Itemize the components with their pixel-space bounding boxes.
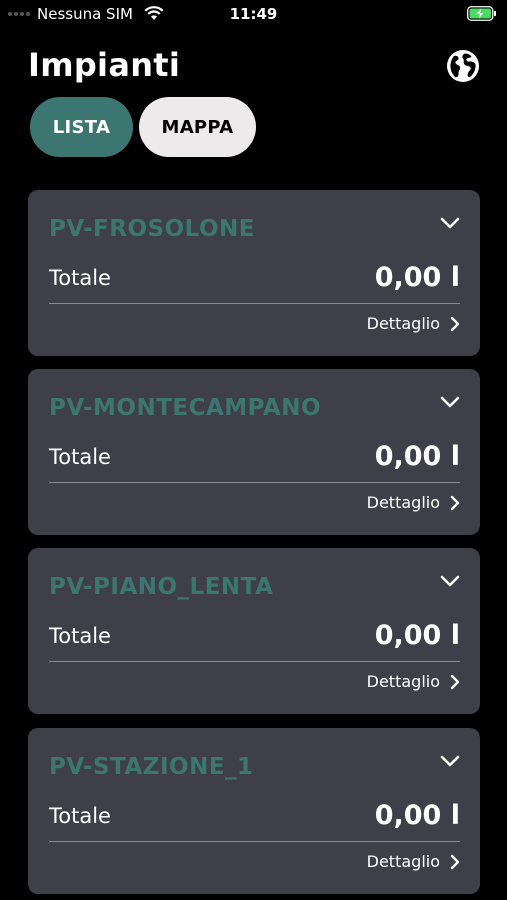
chevron-right-icon (450, 316, 460, 331)
battery-charging-icon (467, 6, 496, 21)
plant-name: PV-FROSOLONE (49, 216, 255, 242)
detail-link[interactable]: Dettaglio (367, 672, 460, 691)
chevron-right-icon (450, 854, 460, 869)
plant-name: PV-PIANO_LENTA (49, 574, 274, 600)
plant-card[interactable]: PV-STAZIONE_1 Totale 0,00 l Dettaglio (28, 728, 480, 894)
plant-name: PV-MONTECAMPANO (49, 395, 322, 421)
plant-card[interactable]: PV-FROSOLONE Totale 0,00 l Dettaglio (28, 190, 480, 356)
chevron-down-icon[interactable] (440, 395, 460, 409)
detail-label: Dettaglio (366, 493, 440, 512)
divider (49, 303, 460, 304)
divider (49, 661, 460, 662)
plant-card[interactable]: PV-PIANO_LENTA Totale 0,00 l Dettaglio (28, 548, 480, 714)
globe-icon[interactable] (446, 49, 480, 83)
divider (49, 841, 460, 842)
chevron-down-icon[interactable] (440, 754, 460, 768)
detail-label: Dettaglio (366, 852, 440, 871)
page-title: Impianti (28, 46, 181, 84)
detail-link[interactable]: Dettaglio (367, 314, 460, 333)
tab-mappa[interactable]: MAPPA (139, 97, 256, 157)
total-label: Totale (49, 804, 111, 828)
status-bar: Nessuna SIM 11:49 (0, 0, 507, 28)
total-value: 0,00 l (374, 800, 460, 831)
tab-lista[interactable]: LISTA (30, 97, 133, 157)
chevron-right-icon (450, 495, 460, 510)
total-value: 0,00 l (374, 262, 460, 293)
total-value: 0,00 l (374, 441, 460, 472)
total-label: Totale (49, 445, 111, 469)
detail-link[interactable]: Dettaglio (367, 493, 460, 512)
detail-label: Dettaglio (366, 314, 440, 333)
clock: 11:49 (229, 5, 278, 23)
plant-name: PV-STAZIONE_1 (49, 754, 254, 780)
total-label: Totale (49, 624, 111, 648)
chevron-down-icon[interactable] (440, 216, 460, 230)
total-value: 0,00 l (374, 620, 460, 651)
detail-label: Dettaglio (366, 672, 440, 691)
detail-link[interactable]: Dettaglio (367, 852, 460, 871)
chevron-right-icon (450, 674, 460, 689)
plant-card[interactable]: PV-MONTECAMPANO Totale 0,00 l Dettaglio (28, 369, 480, 535)
chevron-down-icon[interactable] (440, 574, 460, 588)
screen: Nessuna SIM 11:49 Impianti LISTA MAPPA P… (0, 0, 507, 900)
total-label: Totale (49, 266, 111, 290)
divider (49, 482, 460, 483)
